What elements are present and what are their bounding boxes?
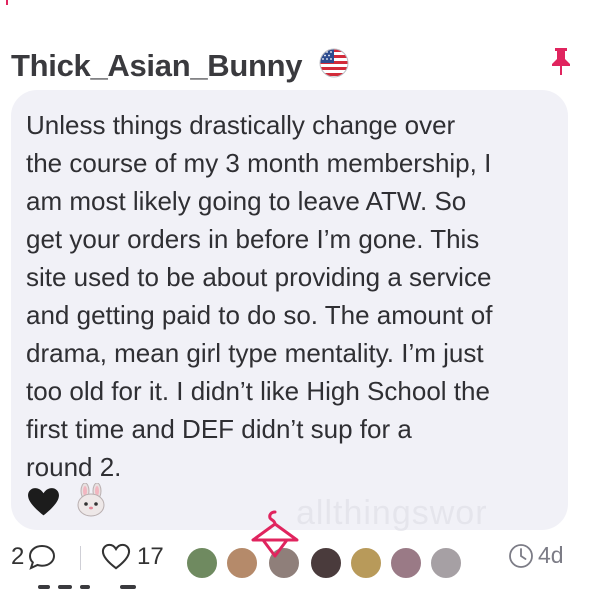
footer-divider — [80, 546, 81, 570]
hanger-icon — [251, 510, 299, 558]
like-count: 17 — [137, 543, 164, 570]
corner-mark — [6, 0, 8, 5]
avatar[interactable] — [389, 546, 423, 580]
comment-bubble-icon — [29, 544, 56, 570]
rabbit-face-icon — [77, 483, 105, 517]
pin-icon[interactable] — [549, 46, 573, 76]
avatar[interactable] — [185, 546, 219, 580]
time-ago: 4d — [538, 542, 564, 568]
us-flag-icon — [319, 48, 349, 78]
like-button[interactable]: 17 — [101, 540, 164, 574]
next-post-sliver — [0, 584, 600, 589]
username[interactable]: Thick_Asian_Bunny — [11, 48, 303, 84]
avatar[interactable] — [349, 546, 383, 580]
comment-count: 2 — [11, 543, 25, 570]
watermark: allthingswor — [296, 494, 488, 532]
post-body: Unless things drastically change over th… — [26, 110, 493, 482]
avatar[interactable] — [309, 546, 343, 580]
post-footer: 2 17 4d — [0, 510, 600, 589]
comment-button[interactable]: 2 — [11, 540, 56, 574]
post-header: Thick_Asian_Bunny — [11, 44, 591, 90]
clock-icon — [509, 543, 533, 568]
avatar[interactable] — [429, 546, 463, 580]
heart-outline-icon — [101, 543, 131, 570]
post-time: 4d — [508, 542, 564, 569]
black-heart-icon — [28, 488, 59, 516]
post-card: Unless things drastically change over th… — [11, 90, 568, 530]
